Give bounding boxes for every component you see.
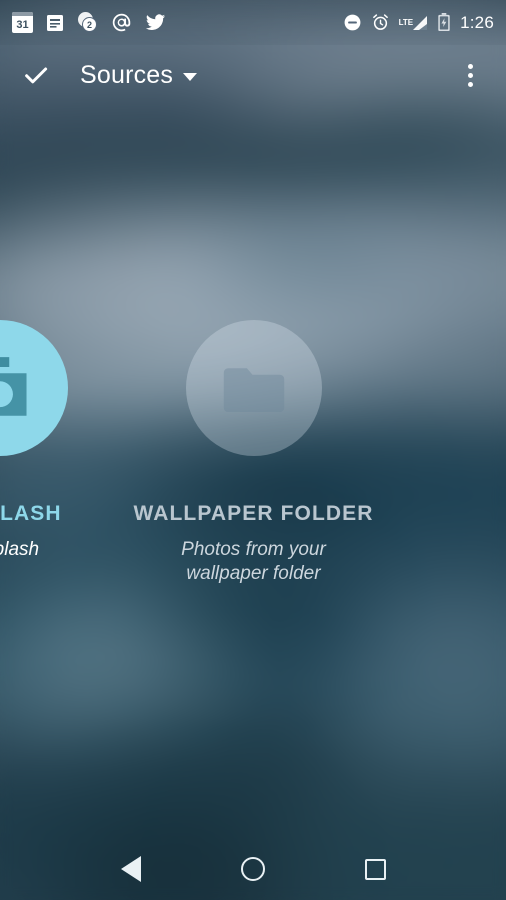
alarm-clock-icon — [372, 14, 388, 30]
lte-label: LTE — [398, 17, 414, 27]
battery-icon — [438, 13, 450, 32]
source-title: UNSPLASH — [0, 502, 62, 525]
source-card-unsplash[interactable]: UNSPLASH Unsplash — [0, 300, 126, 562]
source-description: Photos from your wallpaper folder — [181, 539, 326, 585]
source-card-wallpaper-folder[interactable]: WALLPAPER FOLDER Photos from your wallpa… — [127, 300, 380, 587]
calendar-day-label: 31 — [16, 19, 29, 31]
overflow-dot — [467, 63, 473, 69]
confirm-checkmark-button[interactable] — [8, 47, 64, 103]
status-bar-notification-icons: 31 2 — [12, 12, 343, 33]
back-triangle-icon — [121, 856, 141, 882]
signal-lte-icon: LTE — [399, 15, 429, 31]
overflow-dot — [467, 72, 473, 78]
nav-home-button[interactable] — [229, 845, 277, 893]
overflow-menu-button[interactable] — [446, 47, 494, 103]
notification-bubble-icon: 2 — [77, 12, 99, 33]
calendar-icon: 31 — [12, 12, 33, 33]
status-bar-system-icons: LTE 1:26 — [343, 13, 494, 33]
folder-icon — [185, 320, 322, 456]
recents-square-icon — [364, 858, 386, 880]
chevron-down-icon — [183, 73, 198, 81]
do-not-disturb-icon — [344, 14, 361, 31]
status-bar: 31 2 LTE 1:26 — [0, 0, 506, 45]
source-description: Unsplash — [0, 539, 40, 560]
toolbar: Sources — [0, 45, 506, 105]
source-title: WALLPAPER FOLDER — [133, 502, 374, 525]
page-title: Sources — [80, 60, 174, 89]
sources-dropdown[interactable]: Sources — [80, 60, 198, 90]
nav-recents-button[interactable] — [351, 845, 399, 893]
nav-back-button[interactable] — [107, 845, 155, 893]
email-at-icon — [112, 13, 131, 32]
checkmark-icon — [25, 67, 48, 84]
sources-carousel[interactable]: UNSPLASH Unsplash WALLPAPER FOLDER Photo… — [0, 300, 506, 620]
android-navigation-bar — [0, 838, 506, 900]
twitter-bird-icon — [145, 14, 166, 30]
status-bar-clock: 1:26 — [460, 12, 494, 32]
home-circle-icon — [241, 857, 265, 881]
notification-count-badge: 2 — [82, 17, 97, 32]
news-icon — [47, 14, 63, 31]
unsplash-camera-icon — [0, 320, 68, 456]
overflow-dot — [467, 81, 473, 87]
